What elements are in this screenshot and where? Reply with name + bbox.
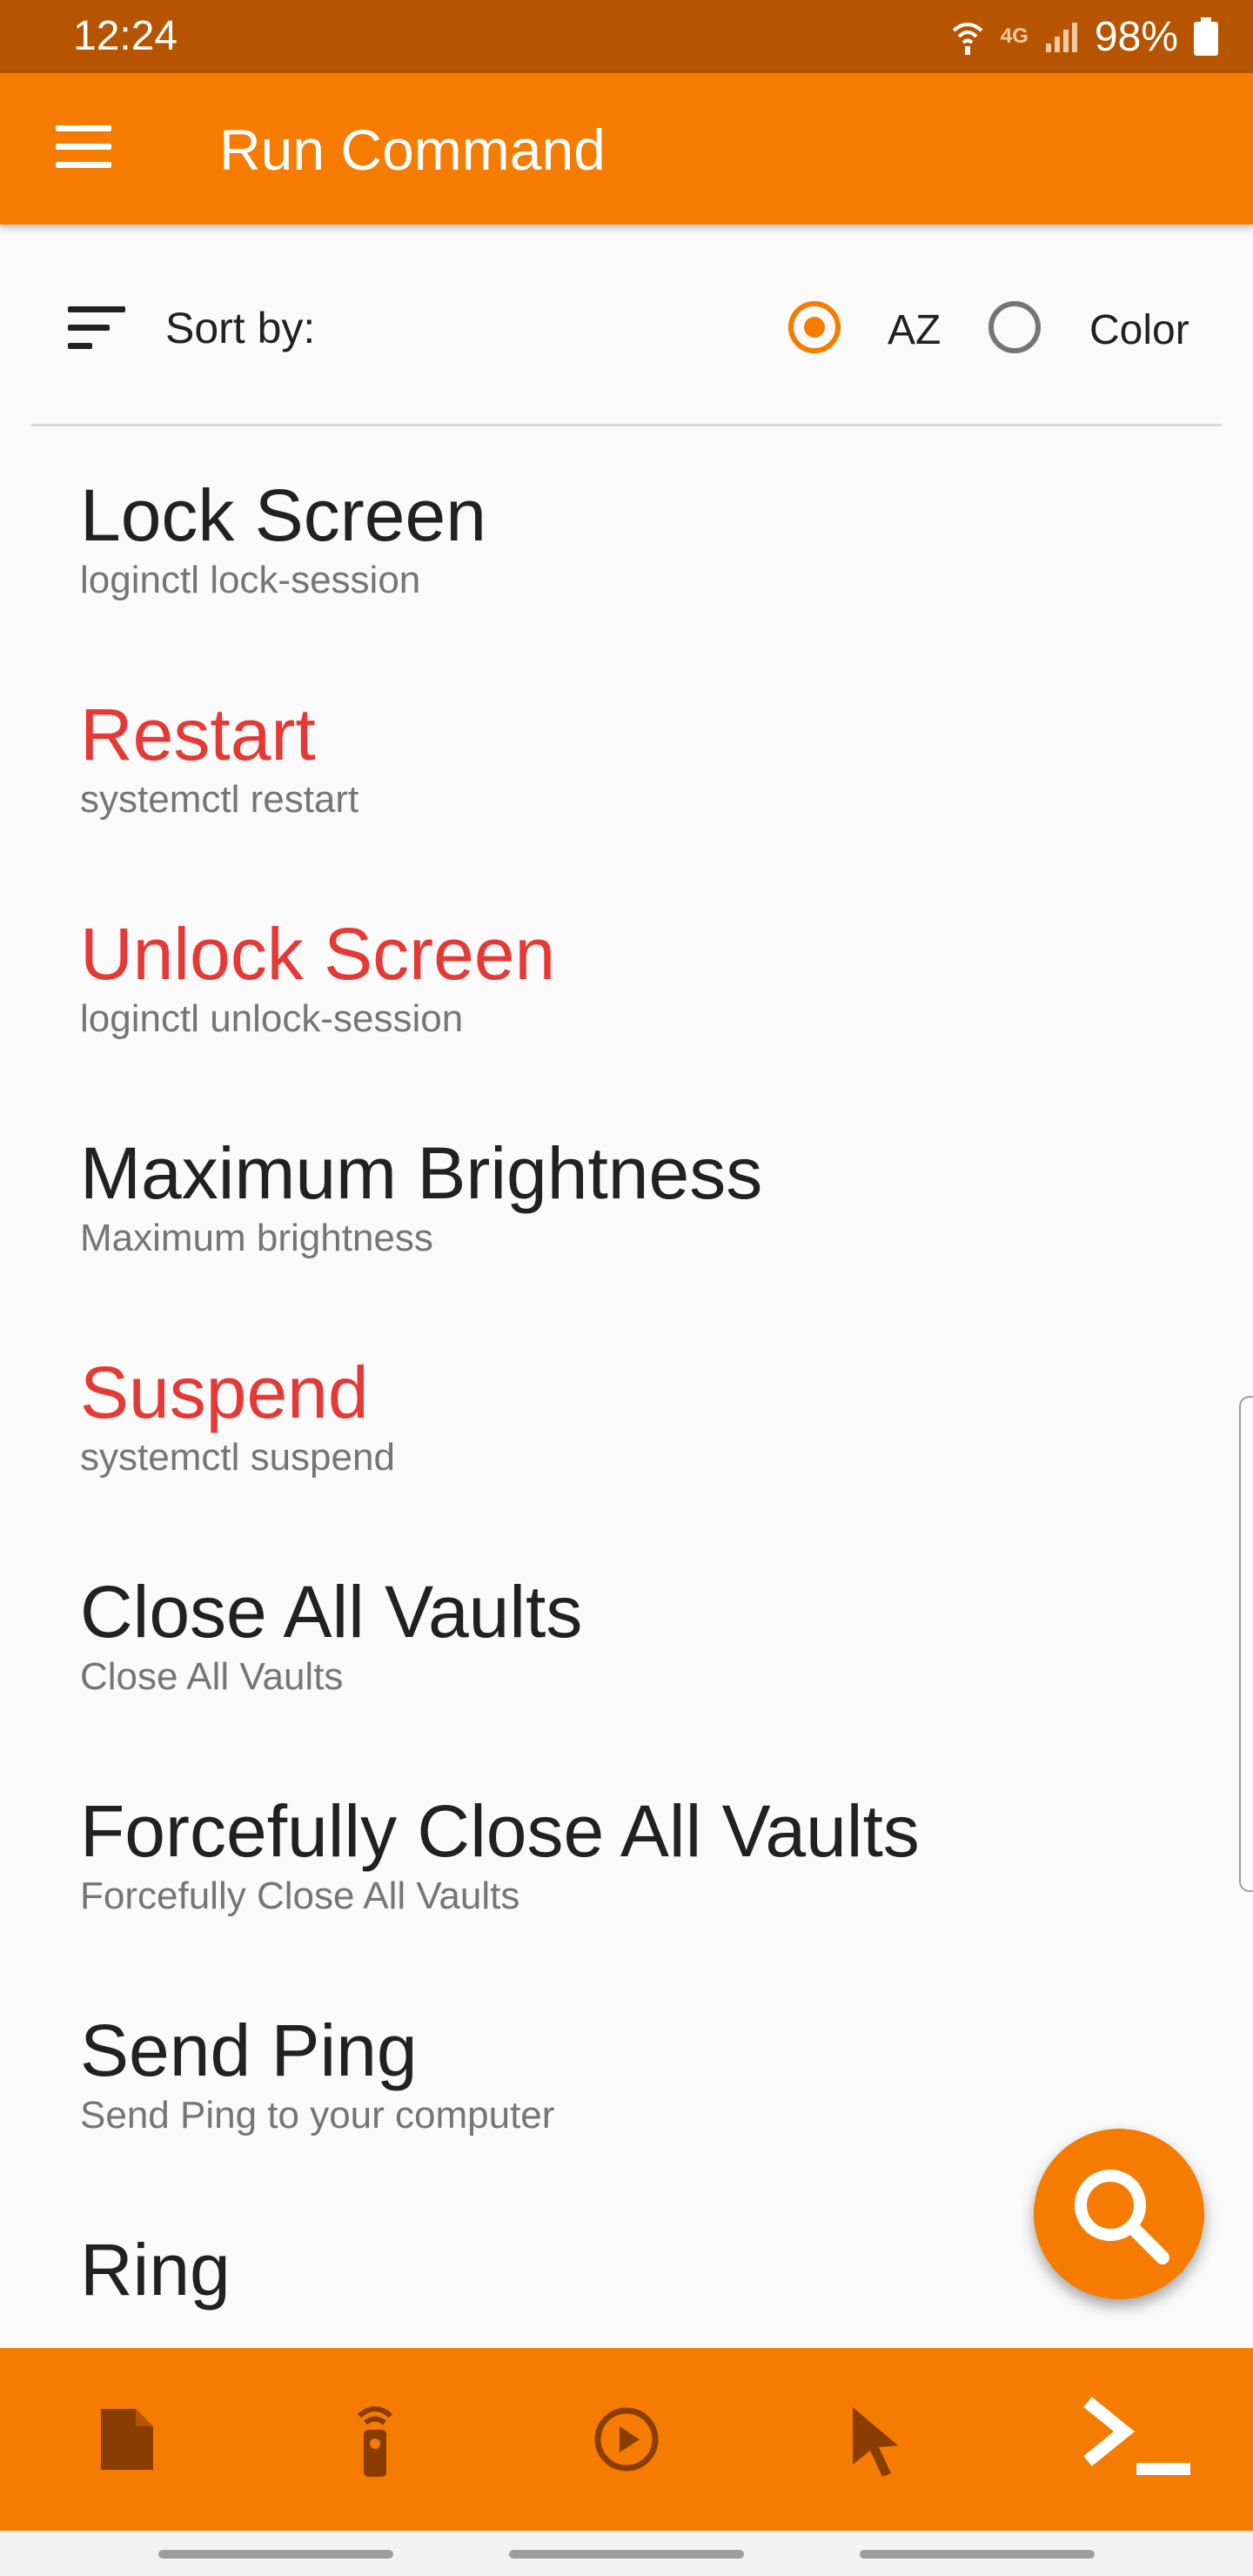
status-bar: 12:24 4G 98% [0,0,1253,73]
command-name: Forcefully Close All Vaults [80,1790,920,1872]
nav-remote-button[interactable] [327,2392,423,2487]
list-item[interactable]: Maximum Brightness Maximum brightness [80,1131,1211,1262]
sort-radio-az[interactable] [788,301,841,353]
system-nav-back[interactable] [158,2550,393,2559]
edge-panel-handle[interactable] [1239,1396,1253,1892]
command-name: Close All Vaults [80,1571,583,1653]
sort-radio-color-label[interactable]: Color [1089,306,1189,354]
list-item[interactable]: Send Ping Send Ping to your computer [80,2009,1211,2139]
list-item[interactable]: Close All Vaults Close All Vaults [80,1570,1211,1701]
status-time: 12:24 [73,13,178,59]
list-item[interactable]: Forcefully Close All Vaults Forcefully C… [80,1789,1211,1920]
terminal-icon [1083,2397,1190,2475]
command-text: systemctl suspend [80,1436,395,1479]
command-name: Lock Screen [80,474,486,556]
system-nav-recents[interactable] [860,2550,1095,2559]
network-type: 4G [1000,24,1029,48]
play-circle-icon [594,2407,659,2472]
sort-bar: Sort by: AZ Color [0,244,1253,418]
command-name: Unlock Screen [80,913,556,995]
command-name: Restart [80,694,316,775]
search-icon [1075,2170,1169,2264]
nav-terminal-button[interactable] [1070,2392,1201,2487]
command-text: systemctl restart [80,778,359,821]
file-icon [101,2409,153,2470]
command-text: loginctl unlock-session [80,997,464,1040]
list-item[interactable]: Unlock Screen loginctl unlock-session [80,912,1211,1043]
nav-mouse-button[interactable] [827,2392,922,2487]
command-list[interactable]: Lock Screen loginctl lock-session Restar… [0,428,1253,2343]
system-nav-home[interactable] [509,2550,744,2559]
command-text: Maximum brightness [80,1217,433,1259]
nav-play-button[interactable] [579,2392,674,2487]
search-fab-button[interactable] [1034,2129,1204,2299]
command-text: Forcefully Close All Vaults [80,1875,520,1917]
bottom-nav [0,2348,1253,2531]
cursor-icon [853,2407,898,2477]
list-item[interactable]: Restart systemctl restart [80,693,1211,823]
signal-icon [1045,23,1077,52]
remote-icon [358,2406,392,2477]
sort-label: Sort by: [165,304,316,352]
system-nav-bar [0,2531,1253,2576]
sort-radio-az-label[interactable]: AZ [888,306,941,354]
status-icons: 4G 98% [950,10,1218,63]
battery-percent: 98% [1094,13,1178,60]
page-title: Run Command [219,117,606,182]
divider [31,424,1222,426]
app-bar: Run Command [0,73,1253,225]
command-name: Suspend [80,1352,369,1433]
command-name: Maximum Brightness [80,1132,763,1214]
nav-file-button[interactable] [78,2392,174,2487]
sort-icon [68,306,125,350]
sort-radio-color[interactable] [988,301,1041,353]
hamburger-menu-icon[interactable] [56,125,115,171]
list-item[interactable]: Suspend systemctl suspend [80,1351,1211,1481]
command-name: Send Ping [80,2009,418,2091]
command-text: loginctl lock-session [80,559,421,601]
list-item[interactable]: Lock Screen loginctl lock-session [80,473,1211,604]
command-text: Close All Vaults [80,1655,344,1698]
battery-icon [1194,17,1218,56]
wifi-icon [952,23,983,55]
